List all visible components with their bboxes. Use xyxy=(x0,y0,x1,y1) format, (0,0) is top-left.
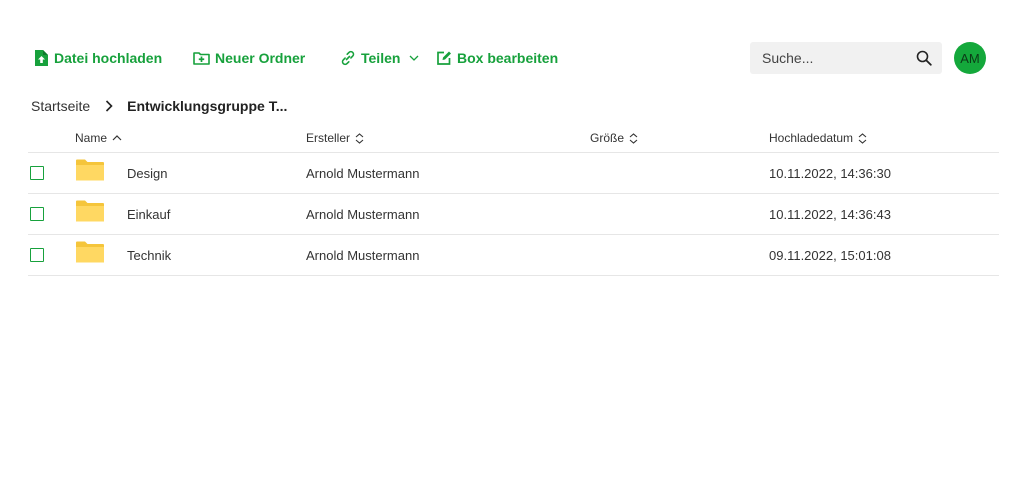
search-icon[interactable] xyxy=(916,50,932,66)
new-folder-button[interactable]: Neuer Ordner xyxy=(192,40,305,76)
link-icon xyxy=(340,50,356,66)
column-header-creator[interactable]: Ersteller xyxy=(306,124,364,152)
folder-name[interactable]: Einkauf xyxy=(127,207,170,222)
edit-box-button[interactable]: Box bearbeiten xyxy=(436,40,558,76)
new-folder-label: Neuer Ordner xyxy=(215,50,306,66)
column-header-date-label: Hochladedatum xyxy=(769,131,854,145)
user-avatar[interactable]: AM xyxy=(954,42,986,74)
upload-date: 10.11.2022, 14:36:43 xyxy=(769,206,891,222)
folder-name[interactable]: Technik xyxy=(127,248,171,263)
table-row[interactable]: Technik Arnold Mustermann 09.11.2022, 15… xyxy=(28,235,999,276)
creator-name: Arnold Mustermann xyxy=(306,247,420,263)
column-header-size-label: Größe xyxy=(590,131,625,145)
column-header-name[interactable]: Name xyxy=(75,124,122,152)
chevron-down-icon xyxy=(409,55,419,61)
share-label: Teilen xyxy=(361,50,401,66)
column-header-size[interactable]: Größe xyxy=(590,124,638,152)
column-header-creator-label: Ersteller xyxy=(306,131,351,145)
sort-icon xyxy=(355,132,364,144)
folder-name[interactable]: Design xyxy=(127,166,167,181)
sort-icon xyxy=(629,132,638,144)
table-row[interactable]: Einkauf Arnold Mustermann 10.11.2022, 14… xyxy=(28,194,999,235)
row-checkbox[interactable] xyxy=(30,207,44,221)
chevron-right-icon xyxy=(105,100,113,112)
folder-icon xyxy=(76,200,104,222)
breadcrumb-home[interactable]: Startseite xyxy=(31,98,90,114)
upload-file-button[interactable]: Datei hochladen xyxy=(33,40,162,76)
upload-date: 10.11.2022, 14:36:30 xyxy=(769,165,891,181)
share-button[interactable]: Teilen xyxy=(340,40,419,76)
upload-date: 09.11.2022, 15:01:08 xyxy=(769,247,891,263)
breadcrumb-current: Entwicklungsgruppe T... xyxy=(127,98,288,114)
edit-icon xyxy=(436,50,452,66)
column-header-date[interactable]: Hochladedatum xyxy=(769,124,867,152)
row-checkbox[interactable] xyxy=(30,248,44,262)
search-box xyxy=(750,42,942,74)
creator-name: Arnold Mustermann xyxy=(306,206,420,222)
sort-icon xyxy=(858,132,867,144)
upload-file-label: Datei hochladen xyxy=(54,50,163,66)
file-upload-icon xyxy=(33,50,49,66)
toolbar: Datei hochladen Neuer Ordner Teilen Box … xyxy=(0,40,1017,76)
search-input[interactable] xyxy=(750,42,904,74)
creator-name: Arnold Mustermann xyxy=(306,165,420,181)
sort-ascending-icon xyxy=(112,135,122,141)
table-header: Name Ersteller Größe Hochladedatum xyxy=(28,124,999,153)
folder-icon xyxy=(76,241,104,263)
folder-icon xyxy=(76,159,104,181)
edit-box-label: Box bearbeiten xyxy=(457,50,559,66)
column-header-name-label: Name xyxy=(75,131,108,145)
table-row[interactable]: Design Arnold Mustermann 10.11.2022, 14:… xyxy=(28,153,999,194)
file-table: Name Ersteller Größe Hochladedatum Desig… xyxy=(28,124,999,276)
row-checkbox[interactable] xyxy=(30,166,44,180)
folder-plus-icon xyxy=(192,50,210,66)
breadcrumb: Startseite Entwicklungsgruppe T... xyxy=(31,96,287,116)
